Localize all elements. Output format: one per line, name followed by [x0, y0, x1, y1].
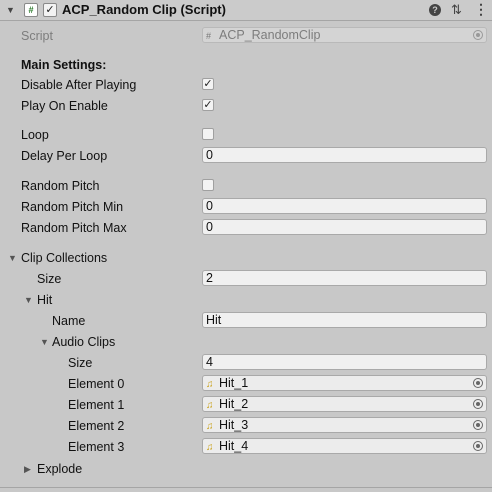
random-pitch-row: Random Pitch [0, 176, 492, 197]
loop-row: Loop [0, 125, 492, 146]
clip-collections-label[interactable]: Clip Collections [21, 251, 107, 265]
main-settings-heading-row: Main Settings: [0, 55, 492, 76]
audio-clip-element-row: Element 1 ♫ Hit_2 [0, 395, 492, 416]
loop-checkbox[interactable] [202, 128, 214, 140]
hit-name-row: Name Hit [0, 311, 492, 332]
play-on-enable-checkbox[interactable]: ✓ [202, 99, 214, 111]
audio-clips-size-label: Size [68, 356, 93, 370]
play-on-enable-label: Play On Enable [21, 99, 108, 113]
audio-clip-object-field[interactable]: ♫ Hit_1 [202, 375, 487, 391]
audio-clip-object-field[interactable]: ♫ Hit_3 [202, 417, 487, 433]
audio-clip-element-row: Element 2 ♫ Hit_3 [0, 416, 492, 437]
delay-per-loop-row: Delay Per Loop 0 [0, 146, 492, 167]
element-label: Element 1 [68, 398, 125, 412]
main-settings-heading: Main Settings: [21, 58, 107, 72]
component-header: ▼ # ✓ ACP_Random Clip (Script) ? ⇅ ⋮ [0, 0, 492, 21]
audio-clip-value: Hit_2 [219, 397, 249, 411]
audio-clip-icon: ♫ [206, 400, 214, 411]
audio-clip-element-row: Element 3 ♫ Hit_4 [0, 437, 492, 458]
audio-clip-value: Hit_3 [219, 418, 249, 432]
audio-clips-row[interactable]: ▼ Audio Clips [0, 332, 492, 353]
hit-name-input[interactable]: Hit [202, 312, 487, 328]
hit-foldout-arrow-icon[interactable]: ▼ [24, 295, 33, 305]
object-picker-icon[interactable] [473, 441, 483, 451]
element-label: Element 2 [68, 419, 125, 433]
audio-clip-value: Hit_1 [219, 376, 249, 390]
clip-collections-row[interactable]: ▼ Clip Collections [0, 248, 492, 269]
context-menu-icon[interactable]: ⋮ [474, 1, 488, 18]
script-label: Script [21, 29, 53, 43]
disable-after-playing-row: Disable After Playing ✓ [0, 75, 492, 96]
clip-collections-size-row: Size 2 [0, 269, 492, 290]
random-pitch-max-input[interactable]: 0 [202, 219, 487, 235]
audio-clip-icon: ♫ [206, 379, 214, 390]
delay-per-loop-label: Delay Per Loop [21, 149, 108, 163]
audio-clip-object-field[interactable]: ♫ Hit_2 [202, 396, 487, 412]
hit-label[interactable]: Hit [37, 293, 52, 307]
component-title[interactable]: ACP_Random Clip (Script) [62, 2, 226, 17]
random-pitch-checkbox[interactable] [202, 179, 214, 191]
object-picker-icon[interactable] [473, 420, 483, 430]
explode-row[interactable]: ▶ Explode [0, 459, 492, 480]
object-picker-icon[interactable] [473, 378, 483, 388]
divider [0, 487, 492, 488]
play-on-enable-row: Play On Enable ✓ [0, 96, 492, 117]
random-pitch-label: Random Pitch [21, 179, 100, 193]
script-value: ACP_RandomClip [219, 28, 321, 42]
clip-collections-foldout-arrow-icon[interactable]: ▼ [8, 253, 17, 263]
script-file-icon: # [206, 31, 212, 41]
audio-clip-value: Hit_4 [219, 439, 249, 453]
audio-clips-size-row: Size 4 [0, 353, 492, 374]
explode-label[interactable]: Explode [37, 462, 82, 476]
component-enabled-checkbox[interactable]: ✓ [43, 3, 57, 17]
audio-clip-icon: ♫ [206, 421, 214, 432]
component-foldout-arrow-icon[interactable]: ▼ [6, 5, 15, 15]
audio-clip-icon: ♫ [206, 442, 214, 453]
audio-clip-object-field[interactable]: ♫ Hit_4 [202, 438, 487, 454]
disable-after-playing-label: Disable After Playing [21, 78, 137, 92]
random-pitch-min-input[interactable]: 0 [202, 198, 487, 214]
object-picker-icon[interactable] [473, 30, 483, 40]
script-icon: # [24, 3, 38, 17]
element-label: Element 3 [68, 440, 125, 454]
element-label: Element 0 [68, 377, 125, 391]
explode-foldout-arrow-icon[interactable]: ▶ [24, 464, 31, 475]
hit-row[interactable]: ▼ Hit [0, 290, 492, 311]
script-object-field[interactable]: # ACP_RandomClip [202, 27, 487, 43]
presets-icon[interactable]: ⇅ [451, 2, 462, 18]
audio-clips-size-input[interactable]: 4 [202, 354, 487, 370]
object-picker-icon[interactable] [473, 399, 483, 409]
help-icon[interactable]: ? [429, 4, 441, 16]
disable-after-playing-checkbox[interactable]: ✓ [202, 78, 214, 90]
hit-name-label: Name [52, 314, 86, 328]
audio-clips-label[interactable]: Audio Clips [52, 335, 115, 349]
loop-label: Loop [21, 128, 49, 142]
random-pitch-max-row: Random Pitch Max 0 [0, 218, 492, 239]
random-pitch-min-row: Random Pitch Min 0 [0, 197, 492, 218]
script-row: Script # ACP_RandomClip [0, 26, 492, 47]
random-pitch-max-label: Random Pitch Max [21, 221, 127, 235]
clip-collections-size-input[interactable]: 2 [202, 270, 487, 286]
audio-clips-foldout-arrow-icon[interactable]: ▼ [40, 337, 49, 347]
audio-clip-element-row: Element 0 ♫ Hit_1 [0, 374, 492, 395]
random-pitch-min-label: Random Pitch Min [21, 200, 124, 214]
clip-collections-size-label: Size [37, 272, 62, 286]
delay-per-loop-input[interactable]: 0 [202, 147, 487, 163]
